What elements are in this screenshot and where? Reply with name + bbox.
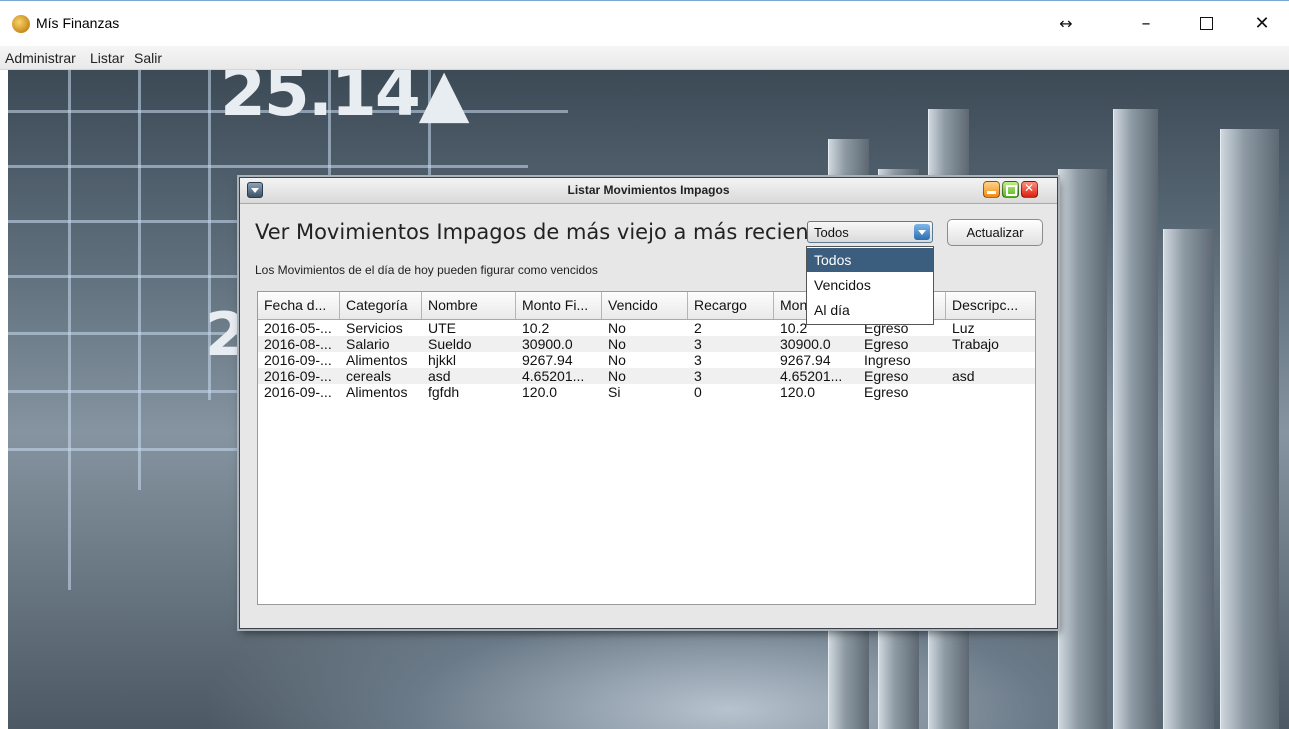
cell-tipo: Ingreso bbox=[864, 352, 911, 368]
column-header-recargo[interactable]: Recargo bbox=[688, 292, 774, 319]
cell-descripcion bbox=[946, 352, 952, 368]
column-header-nombre[interactable]: Nombre bbox=[422, 292, 516, 319]
cell-categoria: Alimentos bbox=[346, 384, 408, 400]
listar-movimientos-dialog: Listar Movimientos Impagos Ver Movimient… bbox=[239, 177, 1058, 629]
dialog-minimize-button[interactable] bbox=[983, 181, 1000, 198]
table-row[interactable]: 2016-09-... Alimentos fgfdh 120.0 Si 0 1… bbox=[258, 384, 1035, 400]
cell-nombre: UTE bbox=[428, 320, 456, 336]
menubar: Administrar Listar Salir bbox=[0, 46, 1289, 70]
app-icon bbox=[12, 15, 30, 33]
menu-administrar[interactable]: Administrar bbox=[5, 50, 76, 66]
cell-descripcion: Luz bbox=[952, 320, 975, 336]
cell-recargo: 3 bbox=[694, 336, 702, 352]
cell-fecha: 2016-09-... bbox=[264, 368, 332, 384]
table-row[interactable]: 2016-09-... cereals asd 4.65201... No 3 … bbox=[258, 368, 1035, 384]
background-ticker-number: 25.14▲ bbox=[220, 70, 470, 131]
column-header-vencido[interactable]: Vencido bbox=[602, 292, 688, 319]
cell-monto: 30900.0 bbox=[780, 336, 831, 352]
cell-categoria: Salario bbox=[346, 336, 390, 352]
cell-recargo: 3 bbox=[694, 368, 702, 384]
cell-vencido: No bbox=[608, 336, 626, 352]
window-title: Mís Finanzas bbox=[36, 15, 120, 31]
minimize-button[interactable]: – bbox=[1126, 9, 1166, 37]
cell-monto-fijo: 120.0 bbox=[522, 384, 558, 400]
table-row[interactable]: 2016-08-... Salario Sueldo 30900.0 No 3 … bbox=[258, 336, 1035, 352]
cell-categoria: Alimentos bbox=[346, 352, 408, 368]
dropdown-option-vencidos[interactable]: Vencidos bbox=[807, 273, 933, 297]
menu-salir[interactable]: Salir bbox=[134, 50, 162, 66]
dropdown-option-al-dia[interactable]: Al día bbox=[807, 298, 933, 322]
chevron-down-icon[interactable] bbox=[914, 224, 930, 240]
column-header-descripcion[interactable]: Descripc... bbox=[946, 292, 1035, 319]
resize-icon[interactable]: ↔ bbox=[1046, 9, 1086, 37]
cell-monto: 9267.94 bbox=[780, 352, 831, 368]
cell-tipo: Egreso bbox=[864, 384, 909, 400]
cell-tipo: Egreso bbox=[864, 336, 909, 352]
cell-categoria: cereals bbox=[346, 368, 392, 384]
menu-listar[interactable]: Listar bbox=[90, 50, 124, 66]
maximize-button[interactable] bbox=[1186, 9, 1226, 37]
filter-select[interactable]: Todos bbox=[807, 221, 933, 243]
cell-nombre: Sueldo bbox=[428, 336, 472, 352]
cell-fecha: 2016-05-... bbox=[264, 320, 332, 336]
cell-fecha: 2016-08-... bbox=[264, 336, 332, 352]
cell-vencido: No bbox=[608, 352, 626, 368]
cell-monto-fijo: 30900.0 bbox=[522, 336, 573, 352]
maximize-icon bbox=[1199, 16, 1213, 30]
cell-fecha: 2016-09-... bbox=[264, 352, 332, 368]
cell-vencido: No bbox=[608, 320, 626, 336]
cell-monto: 120.0 bbox=[780, 384, 816, 400]
cell-descripcion bbox=[946, 384, 952, 400]
dialog-title: Listar Movimientos Impagos bbox=[567, 183, 730, 197]
cell-vencido: No bbox=[608, 368, 626, 384]
cell-nombre: hjkkl bbox=[428, 352, 457, 368]
cell-monto-fijo: 10.2 bbox=[522, 320, 550, 336]
cell-descripcion: asd bbox=[952, 368, 975, 384]
window-titlebar: Mís Finanzas ↔ – ✕ bbox=[0, 0, 1289, 46]
column-header-fecha[interactable]: Fecha d... bbox=[258, 292, 340, 319]
cell-descripcion: Trabajo bbox=[952, 336, 999, 352]
cell-monto: 10.2 bbox=[780, 320, 808, 336]
cell-recargo: 0 bbox=[694, 384, 702, 400]
cell-recargo: 2 bbox=[694, 320, 702, 336]
filter-dropdown-list: Todos Vencidos Al día bbox=[806, 246, 934, 325]
cell-monto: 4.65201... bbox=[780, 368, 843, 384]
dialog-heading: Ver Movimientos Impagos de más viejo a m… bbox=[255, 220, 830, 244]
table-row[interactable]: 2016-09-... Alimentos hjkkl 9267.94 No 3… bbox=[258, 352, 1035, 368]
dialog-titlebar: Listar Movimientos Impagos bbox=[240, 178, 1057, 204]
cell-monto-fijo: 4.65201... bbox=[522, 368, 585, 384]
column-header-categoria[interactable]: Categoría bbox=[340, 292, 422, 319]
dialog-close-button[interactable] bbox=[1021, 181, 1038, 198]
close-button[interactable]: ✕ bbox=[1242, 9, 1282, 37]
refresh-button[interactable]: Actualizar bbox=[947, 219, 1043, 246]
cell-vencido: Si bbox=[608, 384, 621, 400]
cell-recargo: 3 bbox=[694, 352, 702, 368]
dropdown-option-todos[interactable]: Todos bbox=[807, 248, 933, 272]
cell-nombre: asd bbox=[428, 368, 451, 384]
dialog-subheading: Los Movimientos de el día de hoy pueden … bbox=[255, 263, 598, 277]
dialog-maximize-button[interactable] bbox=[1002, 181, 1019, 198]
cell-tipo: Egreso bbox=[864, 368, 909, 384]
cell-monto-fijo: 9267.94 bbox=[522, 352, 573, 368]
movements-table[interactable]: Fecha d... Categoría Nombre Monto Fi... … bbox=[257, 291, 1036, 605]
cell-nombre: fgfdh bbox=[428, 384, 460, 400]
column-header-monto-fijo[interactable]: Monto Fi... bbox=[516, 292, 602, 319]
cell-fecha: 2016-09-... bbox=[264, 384, 332, 400]
filter-select-value: Todos bbox=[814, 225, 849, 240]
cell-categoria: Servicios bbox=[346, 320, 403, 336]
